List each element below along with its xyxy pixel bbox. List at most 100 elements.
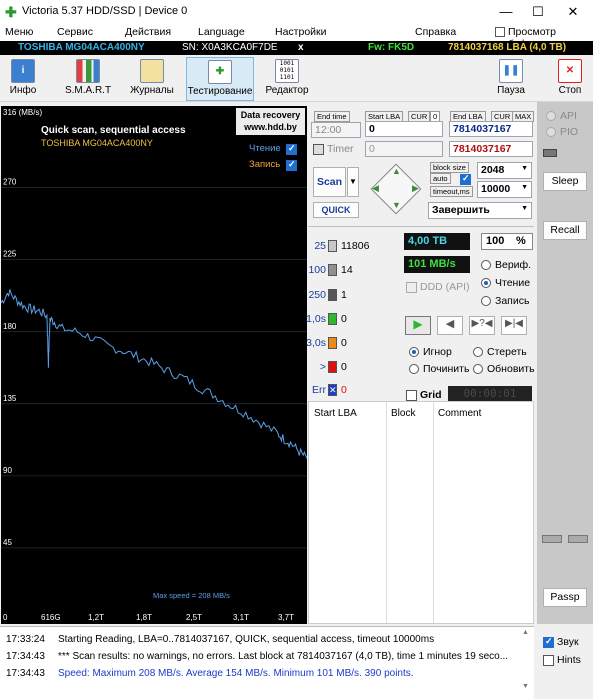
end-lba-field[interactable]: 7814037167 — [449, 121, 533, 137]
menu-bar: Меню Сервис Действия Language Настройки … — [0, 24, 593, 50]
latency-100-count: 14 — [341, 264, 353, 276]
drive-close-button[interactable]: x — [298, 42, 304, 53]
info-label: Инфо — [9, 85, 37, 96]
log-text: *** Scan results: no warnings, no errors… — [58, 651, 509, 662]
end-time-field[interactable]: 12:00 — [311, 122, 361, 138]
editor-button[interactable]: 1001 0101 1101 Редактор — [262, 57, 312, 101]
menu-item-actions[interactable]: Действия — [125, 26, 171, 38]
scan-dropdown[interactable]: ▼ — [347, 167, 359, 197]
error-count: 0 — [341, 384, 347, 396]
latency-over-label: > — [319, 361, 326, 373]
latency-25-label: 25 — [314, 240, 326, 252]
column-start-lba[interactable]: Start LBA — [314, 408, 357, 419]
verify-radio[interactable] — [481, 260, 491, 270]
smart-icon — [76, 59, 100, 83]
pio-label: PIO — [560, 126, 579, 138]
arrow-right-icon[interactable]: ▶ — [412, 183, 419, 194]
menu-item-settings[interactable]: Настройки — [275, 26, 327, 38]
smart-button[interactable]: S.M.A.R.T — [62, 57, 114, 101]
defect-table[interactable]: Start LBA Block Comment — [308, 401, 534, 624]
api-radio[interactable] — [546, 111, 556, 121]
latency-250-count: 1 — [341, 289, 347, 301]
legend-read-label: Чтение — [249, 143, 281, 154]
direction-pad[interactable]: ▲ ▼ ◀ ▶ — [367, 163, 425, 215]
log-text: Starting Reading, LBA=0..7814037167, QUI… — [58, 634, 435, 645]
timeout-select[interactable]: 10000 ▼ — [477, 181, 532, 198]
arrow-down-icon[interactable]: ▼ — [392, 200, 401, 210]
timer-field[interactable]: 0 — [365, 141, 443, 157]
write-radio[interactable] — [481, 296, 491, 306]
scan-button[interactable]: Scan — [313, 167, 346, 197]
scroll-down-icon[interactable]: ▼ — [522, 683, 529, 690]
stop-button[interactable]: ✕ Стоп — [552, 57, 588, 101]
legend-read-checkbox[interactable] — [286, 143, 297, 155]
recovery-banner[interactable]: Data recovery www.hdd.by — [236, 108, 305, 135]
write-label: Запись — [495, 295, 530, 307]
x-tick-label: 2,5T — [186, 613, 202, 622]
column-block[interactable]: Block — [391, 408, 415, 419]
menu-item-language[interactable]: Language — [198, 26, 245, 38]
ddd-checkbox[interactable] — [406, 282, 417, 293]
minimize-button[interactable]: — — [496, 4, 516, 19]
buffer-view-checkbox[interactable] — [495, 27, 505, 37]
skip-button[interactable]: ▶?◀ — [469, 316, 495, 335]
arrow-up-icon[interactable]: ▲ — [392, 166, 401, 176]
refresh-radio[interactable] — [473, 364, 483, 374]
read-radio[interactable] — [481, 278, 491, 288]
hints-checkbox[interactable] — [543, 655, 554, 666]
menu-item-help[interactable]: Справка — [415, 26, 456, 38]
latency-100-label: 100 — [308, 264, 326, 276]
timer-checkbox[interactable] — [313, 144, 324, 155]
play-button[interactable]: ▶ — [405, 316, 431, 335]
start-lba-field[interactable]: 0 — [365, 121, 443, 137]
column-comment[interactable]: Comment — [438, 408, 481, 419]
log-panel[interactable]: 17:33:24 Starting Reading, LBA=0..7814037… — [0, 626, 534, 699]
sound-checkbox[interactable] — [543, 636, 554, 648]
testing-button[interactable]: ✚ Тестирование — [186, 57, 254, 101]
timer-label: Timer — [327, 143, 354, 155]
y-tick-label: 90 — [3, 466, 12, 475]
pio-radio[interactable] — [546, 127, 556, 137]
pause-button[interactable]: ❚❚ Пауза — [492, 57, 530, 101]
menu-item-menu[interactable]: Меню — [5, 26, 33, 38]
read-label: Чтение — [495, 277, 531, 289]
latency-25-swatch — [328, 240, 337, 252]
grid-checkbox[interactable] — [406, 390, 417, 401]
maximize-button[interactable]: ☐ — [528, 4, 548, 20]
x-tick-label: 616G — [41, 613, 61, 622]
smart-label: S.M.A.R.T — [64, 85, 112, 96]
drive-model[interactable]: TOSHIBA MG04ACA400NY — [18, 42, 145, 53]
log-time: 17:33:24 — [6, 634, 45, 645]
end-time-label: End time — [314, 111, 350, 122]
close-window-button[interactable]: ✕ — [563, 4, 583, 20]
chevron-down-icon: ▼ — [521, 165, 528, 172]
end-button[interactable]: ▶|◀ — [501, 316, 527, 335]
legend-write-checkbox[interactable] — [286, 159, 297, 171]
erase-radio[interactable] — [473, 347, 483, 357]
repair-label: Починить — [423, 363, 470, 375]
rewind-icon: ◀ — [445, 318, 455, 330]
log-scrollbar[interactable]: ▲ ▼ — [521, 629, 530, 695]
percent-unit: % — [516, 235, 526, 247]
speed-graph-svg: 270 225 180 135 90 45 0 616G 1,2T 1,8T 2,5T 3,1T 3,7… — [1, 178, 307, 622]
rewind-button[interactable]: ◀ — [437, 316, 463, 335]
drive-serial: SN: X0A3KCA0F7DE — [182, 42, 278, 53]
logs-button[interactable]: Журналы — [128, 57, 176, 101]
ignore-radio[interactable] — [409, 347, 419, 357]
menu-item-service[interactable]: Сервис — [57, 26, 93, 38]
info-button[interactable]: i Инфо — [4, 57, 42, 101]
action-select[interactable]: Завершить ▼ — [428, 202, 532, 219]
editor-icon: 1001 0101 1101 — [275, 59, 299, 83]
recall-button[interactable]: Recall — [543, 221, 587, 240]
quick-button[interactable]: QUICK — [313, 202, 359, 218]
refresh-label: Обновить — [487, 363, 535, 375]
repair-radio[interactable] — [409, 364, 419, 374]
sleep-button[interactable]: Sleep — [543, 172, 587, 191]
block-size-select[interactable]: 2048 ▼ — [477, 162, 532, 179]
scroll-up-icon[interactable]: ▲ — [522, 629, 529, 636]
x-tick-label: 3,7T — [278, 613, 294, 622]
arrow-left-icon[interactable]: ◀ — [372, 183, 379, 194]
y-tick-label: 45 — [3, 538, 12, 547]
auto-checkbox[interactable] — [460, 173, 471, 185]
passport-button[interactable]: Passp — [543, 588, 587, 607]
